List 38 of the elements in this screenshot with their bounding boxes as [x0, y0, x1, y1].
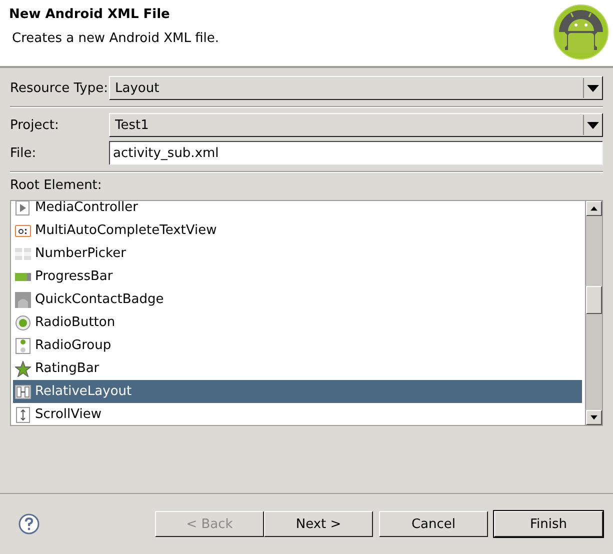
dialog-title: New Android XML File [9, 7, 171, 22]
scroll-thumb[interactable] [586, 286, 602, 314]
text-field-icon [15, 222, 31, 238]
resource-type-dropdown[interactable]: Layout [109, 76, 603, 100]
wizard-button[interactable]: Next > [264, 511, 373, 537]
field-label: File: [10, 146, 38, 160]
radio-button-icon [15, 314, 31, 330]
list-item[interactable]: NumberPicker [13, 242, 582, 265]
field-label: Resource Type: [10, 80, 109, 96]
list-item[interactable]: RelativeLayout [13, 380, 582, 403]
help-icon[interactable] [18, 513, 40, 535]
list-label: Root Element: [10, 178, 103, 193]
list-item[interactable]: QuickContactBadge [13, 288, 582, 311]
list-item[interactable]: ScrollView [13, 403, 582, 425]
list-item[interactable]: RatingBar [13, 357, 582, 380]
file-name-field[interactable]: activity_sub.xml [109, 141, 603, 165]
wizard-button[interactable]: Cancel [379, 511, 488, 537]
dropdown-arrow-icon [583, 115, 602, 135]
scroll-view-icon [15, 406, 31, 422]
scroll-up-icon[interactable] [586, 201, 602, 216]
list-item[interactable]: RadioButton [13, 311, 582, 334]
wizard-button[interactable]: Finish [494, 511, 603, 537]
scroll-down-icon[interactable] [586, 410, 602, 425]
contact-badge-icon [15, 292, 31, 308]
scrollbar[interactable] [585, 201, 602, 425]
project-dropdown[interactable]: Test1 [109, 113, 603, 137]
field-label: Project: [10, 118, 60, 132]
dialog-description: Creates a new Android XML file. [12, 31, 220, 46]
picker-icon [15, 246, 31, 262]
list-item[interactable]: ProgressBar [13, 265, 582, 288]
list-item[interactable]: RadioGroup [13, 334, 582, 357]
dropdown-arrow-icon [583, 78, 602, 98]
star-icon [15, 360, 31, 376]
radio-group-icon [15, 338, 31, 354]
android-logo-icon [553, 4, 609, 60]
list-item[interactable]: MediaController [13, 201, 582, 219]
list-item[interactable]: MultiAutoCompleteTextView [13, 219, 582, 242]
relative-layout-icon [15, 384, 31, 400]
